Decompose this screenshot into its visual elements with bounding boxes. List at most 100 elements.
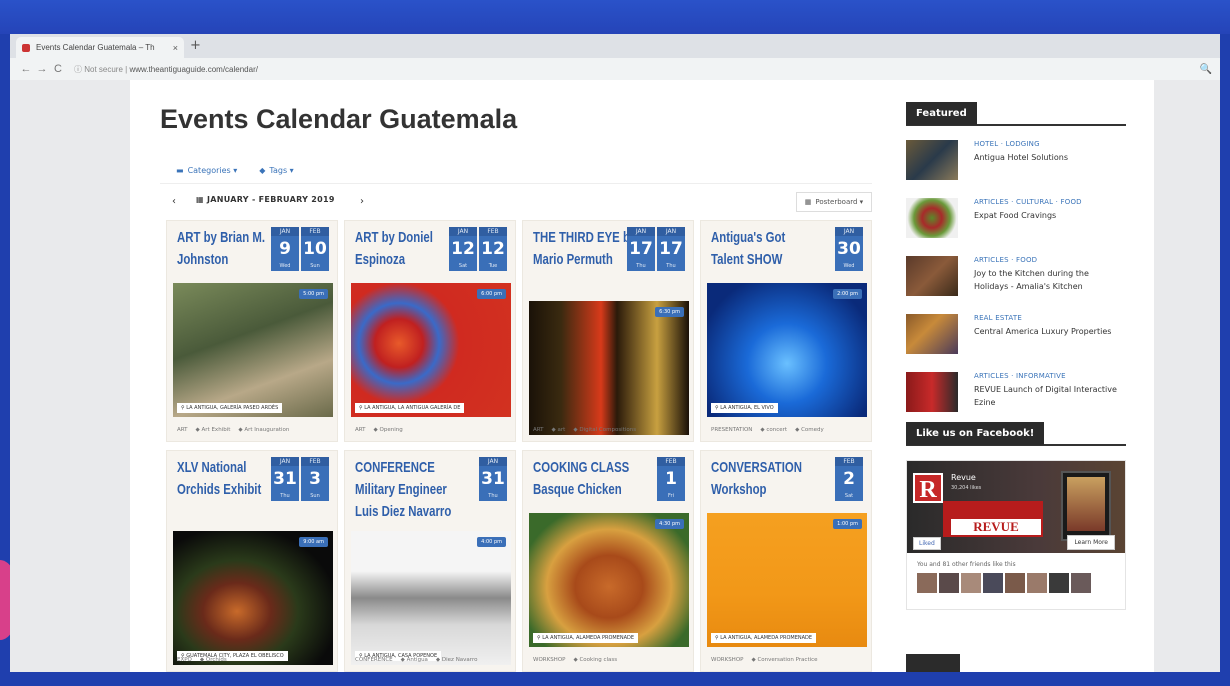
event-tag[interactable]: ◆ Conversation Practice [751, 657, 817, 663]
event-tag[interactable]: ◆ Antigua [401, 657, 428, 663]
reload-button[interactable]: C [50, 63, 66, 75]
featured-thumbnail[interactable] [906, 140, 958, 180]
avatar[interactable] [1005, 573, 1025, 593]
featured-category[interactable]: REAL ESTATE [974, 314, 1022, 322]
event-tag[interactable]: ◆ Digital Compositions [573, 427, 636, 433]
featured-category[interactable]: ARTICLES · CULTURAL · FOOD [974, 198, 1082, 206]
featured-thumbnail[interactable] [906, 314, 958, 354]
event-tag[interactable]: ART [533, 427, 544, 433]
featured-category[interactable]: HOTEL · LODGING [974, 140, 1040, 148]
featured-category[interactable]: ARTICLES · INFORMATIVE [974, 372, 1066, 380]
event-tag[interactable]: EXPO [177, 657, 192, 663]
back-button[interactable]: ← [18, 63, 34, 75]
event-image[interactable]: 4:30 pm ⚲ LA ANTIGUA, ALAMEDA PROMENADE [529, 513, 689, 647]
event-title[interactable]: CONFERENCE Military Engineer Luis Diez N… [355, 457, 461, 523]
featured-item[interactable]: HOTEL · LODGING Antigua Hotel Solutions [906, 140, 1126, 184]
event-card[interactable]: COOKING CLASS Basque Chicken FEB 1 Fri 4… [522, 450, 694, 672]
event-card[interactable]: Antigua's Got Talent SHOW JAN 30 Wed 2:0… [700, 220, 872, 442]
date-range-picker[interactable]: ▦ JANUARY - FEBRUARY 2019 [196, 195, 335, 204]
zoom-icon[interactable]: 🔍 [1200, 64, 1212, 75]
event-tag[interactable]: ◆ Orchids [200, 657, 227, 663]
featured-thumbnail[interactable] [906, 372, 958, 412]
page-name[interactable]: Revue [951, 473, 976, 482]
event-tag[interactable]: ◆ Diez Navarro [436, 657, 478, 663]
avatar[interactable] [961, 573, 981, 593]
featured-item[interactable]: ARTICLES · FOOD Joy to the Kitchen durin… [906, 256, 1126, 300]
featured-item[interactable]: REAL ESTATE Central America Luxury Prope… [906, 314, 1126, 358]
categories-filter[interactable]: ▬ Categories ▾ [176, 166, 237, 175]
featured-title[interactable]: REVUE Launch of Digital Interactive Ezin… [974, 383, 1124, 409]
event-card[interactable]: XLV National Orchids Exhibit JAN 31 Thu … [166, 450, 338, 672]
event-title[interactable]: CONVERSATION Workshop [711, 457, 817, 501]
event-tag[interactable]: ◆ Art Exhibit [196, 427, 231, 433]
event-tag[interactable]: ◆ Art Inauguration [238, 427, 289, 433]
event-image[interactable]: 2:00 pm ⚲ LA ANTIGUA, EL VIVO [707, 283, 867, 417]
event-image[interactable]: 6:30 pm [529, 301, 689, 435]
avatar[interactable] [1027, 573, 1047, 593]
security-indicator[interactable]: ⓘ Not secure [74, 65, 123, 74]
event-tag[interactable]: ◆ concert [760, 427, 787, 433]
avatar[interactable] [983, 573, 1003, 593]
close-tab-icon[interactable]: × [173, 43, 178, 53]
featured-thumbnail[interactable] [906, 256, 958, 296]
event-location[interactable]: ⚲ LA ANTIGUA, GALERÍA PASEO ARDÉS [177, 403, 283, 413]
event-card[interactable]: CONFERENCE Military Engineer Luis Diez N… [344, 450, 516, 672]
facebook-widget[interactable]: R Revue 30,204 likes REVUE Liked Learn M… [906, 460, 1126, 610]
avatar[interactable] [1071, 573, 1091, 593]
featured-title[interactable]: Expat Food Cravings [974, 209, 1124, 222]
featured-title[interactable]: Antigua Hotel Solutions [974, 151, 1124, 164]
event-title[interactable]: ART by Brian M. Johnston [177, 227, 283, 271]
event-tag[interactable]: ◆ Opening [374, 427, 403, 433]
featured-item[interactable]: ARTICLES · INFORMATIVE REVUE Launch of D… [906, 372, 1126, 416]
layout-select[interactable]: ▦ Posterboard ▾ [796, 192, 872, 212]
featured-title[interactable]: Central America Luxury Properties [974, 325, 1124, 338]
event-tag[interactable]: ART [355, 427, 366, 433]
event-image[interactable]: 1:00 pm ⚲ LA ANTIGUA, ALAMEDA PROMENADE [707, 513, 867, 647]
event-title[interactable]: COOKING CLASS Basque Chicken [533, 457, 639, 501]
event-title[interactable]: THE THIRD EYE by Mario Permuth [533, 227, 639, 271]
featured-category[interactable]: ARTICLES · FOOD [974, 256, 1037, 264]
event-image[interactable]: 4:00 pm ⚲ LA ANTIGUA, CASA POPENOE [351, 531, 511, 665]
avatar[interactable] [917, 573, 937, 593]
learn-more-button[interactable]: Learn More [1067, 535, 1115, 550]
event-card[interactable]: ART by Brian M. Johnston JAN 9 Wed FEB 1… [166, 220, 338, 442]
browser-tab[interactable]: Events Calendar Guatemala – Th × [16, 37, 184, 58]
url-field[interactable]: ⓘ Not secure | www.theantiguaguide.com/c… [74, 64, 1200, 75]
event-title[interactable]: XLV National Orchids Exhibit [177, 457, 283, 501]
featured-thumbnail[interactable] [906, 198, 958, 238]
liked-button[interactable]: Liked [913, 537, 941, 550]
date-weekday: Wed [279, 263, 291, 269]
event-location[interactable]: ⚲ LA ANTIGUA, EL VIVO [711, 403, 778, 413]
event-image[interactable]: 9:00 am ⚲ GUATEMALA CITY, PLAZA EL OBELI… [173, 531, 333, 665]
revue-logo[interactable]: R [913, 473, 943, 503]
event-image[interactable]: 6:00 pm ⚲ LA ANTIGUA, LA ANTIGUA GALERÍA… [351, 283, 511, 417]
event-card[interactable]: ART by Doniel Espinoza JAN 12 Sat FEB 12… [344, 220, 516, 442]
featured-title[interactable]: Joy to the Kitchen during the Holidays -… [974, 267, 1124, 293]
forward-button[interactable]: → [34, 63, 50, 75]
event-title[interactable]: ART by Doniel Espinoza [355, 227, 461, 271]
event-tag[interactable]: ◆ Comedy [795, 427, 824, 433]
event-location[interactable]: ⚲ LA ANTIGUA, LA ANTIGUA GALERÍA DE [355, 403, 465, 413]
event-title[interactable]: Antigua's Got Talent SHOW [711, 227, 817, 271]
date-day: 31 [273, 469, 297, 489]
prev-month-button[interactable]: ‹ [166, 194, 182, 210]
event-location[interactable]: ⚲ LA ANTIGUA, ALAMEDA PROMENADE [533, 633, 639, 643]
event-tag[interactable]: ◆ Cooking class [573, 657, 617, 663]
event-tag[interactable]: WORKSHOP [533, 657, 565, 663]
event-tag[interactable]: ◆ art [552, 427, 566, 433]
date-range-label: JANUARY - FEBRUARY 2019 [206, 195, 335, 204]
event-tag[interactable]: CONFERENCE [355, 657, 393, 663]
featured-item[interactable]: ARTICLES · CULTURAL · FOOD Expat Food Cr… [906, 198, 1126, 242]
event-location[interactable]: ⚲ LA ANTIGUA, ALAMEDA PROMENADE [711, 633, 817, 643]
next-month-button[interactable]: › [354, 194, 370, 210]
event-tag[interactable]: WORKSHOP [711, 657, 743, 663]
avatar[interactable] [1049, 573, 1069, 593]
event-card[interactable]: THE THIRD EYE by Mario Permuth JAN 17 Th… [522, 220, 694, 442]
event-image[interactable]: 5:00 pm ⚲ LA ANTIGUA, GALERÍA PASEO ARDÉ… [173, 283, 333, 417]
avatar[interactable] [939, 573, 959, 593]
new-tab-button[interactable]: + [190, 38, 201, 53]
tags-filter[interactable]: ◆ Tags ▾ [259, 166, 293, 175]
event-tag[interactable]: ART [177, 427, 188, 433]
event-tag[interactable]: PRESENTATION [711, 427, 752, 433]
event-card[interactable]: CONVERSATION Workshop FEB 2 Sat 1:00 pm … [700, 450, 872, 672]
